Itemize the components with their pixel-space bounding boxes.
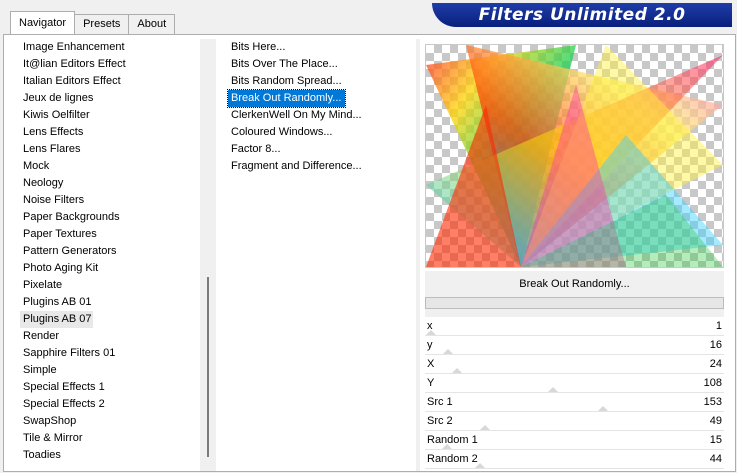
category-item[interactable]: Pixelate [20,277,200,294]
parameter-sliders: x 1 y 16 X 24 Y 108 Src 1 153 Src 2 49 Random 1 15 Ran… [425,317,724,469]
parameter-value: 108 [703,377,722,389]
slider-thumb[interactable] [452,368,462,373]
parameter-name: y [427,339,433,351]
filter-item[interactable]: ClerkenWell On My Mind... [228,107,408,124]
parameter-slider[interactable]: X 24 [425,355,724,374]
preview-image [425,44,724,268]
category-list[interactable]: Image Enhancement It@lian Editors Effect I… [20,39,200,464]
app-title-banner: Filters Unlimited 2.0 [432,3,732,27]
parameter-slider[interactable]: Src 1 153 [425,393,724,412]
slider-thumb[interactable] [443,349,453,354]
slider-thumb[interactable] [426,330,436,335]
parameter-value: 16 [709,339,722,351]
tab-strip: Navigator Presets About [10,11,176,34]
parameter-name: X [427,358,435,370]
parameter-slider[interactable]: Random 2 44 [425,450,724,469]
category-item[interactable]: It@lian Editors Effect [20,56,200,73]
parameter-value: 1 [715,320,722,332]
tab-navigator[interactable]: Navigator [10,11,76,34]
panel-gap [425,309,724,317]
category-item[interactable]: Kiwis Oelfilter [20,107,200,124]
filter-item[interactable]: Factor 8... [228,141,408,158]
category-item[interactable]: Simple [20,362,200,379]
category-item[interactable]: Mock [20,158,200,175]
filter-item[interactable]: Bits Random Spread... [228,73,408,90]
category-scrollbar[interactable] [200,39,216,471]
slider-thumb[interactable] [548,387,558,392]
parameter-slider[interactable]: y 16 [425,336,724,355]
category-item[interactable]: Image Enhancement [20,39,200,56]
parameter-value: 153 [703,396,722,408]
category-item[interactable]: Special Effects 2 [20,396,200,413]
category-item[interactable]: Render [20,328,200,345]
tab-presets[interactable]: Presets [74,14,130,34]
category-item[interactable]: Lens Flares [20,141,200,158]
filter-item[interactable]: Bits Here... [228,39,408,56]
parameter-value: 24 [709,358,722,370]
filter-item[interactable]: Break Out Randomly... [226,89,347,108]
category-item[interactable]: Noise Filters [20,192,200,209]
category-item[interactable]: Toadies [20,447,200,464]
parameter-value: 44 [709,453,722,465]
category-item[interactable]: Jeux de lignes [20,90,200,107]
category-item[interactable]: Sapphire Filters 01 [20,345,200,362]
parameter-value: 49 [709,415,722,427]
category-item[interactable]: Lens Effects [20,124,200,141]
panel-divider [416,39,420,471]
slider-thumb[interactable] [442,444,452,449]
parameter-name: Random 2 [427,453,478,465]
slider-thumb[interactable] [475,463,485,468]
category-item[interactable]: Plugins AB 07 [20,311,93,328]
slider-thumb[interactable] [480,425,490,430]
parameter-slider[interactable]: Y 108 [425,374,724,393]
filter-item[interactable]: Coloured Windows... [228,124,408,141]
parameter-name: Src 1 [427,396,453,408]
scrollbar-thumb[interactable] [207,277,209,457]
category-item[interactable]: Special Effects 1 [20,379,200,396]
parameter-slider[interactable]: Src 2 49 [425,412,724,431]
category-item[interactable]: Paper Backgrounds [20,209,200,226]
tab-about[interactable]: About [128,14,176,34]
category-item[interactable]: Pattern Generators [20,243,200,260]
slider-thumb[interactable] [598,406,608,411]
category-item[interactable]: Tile & Mirror [20,430,200,447]
category-item[interactable]: Italian Editors Effect [20,73,200,90]
category-item[interactable]: Plugins AB 01 [20,294,200,311]
category-item[interactable]: SwapShop [20,413,200,430]
category-item[interactable]: Neology [20,175,200,192]
filter-item[interactable]: Fragment and Difference... [228,158,408,175]
category-item[interactable]: Photo Aging Kit [20,260,200,277]
preview-artwork [426,45,723,267]
category-item[interactable]: Paper Textures [20,226,200,243]
filter-list[interactable]: Bits Here... Bits Over The Place... Bits R… [226,39,408,175]
filter-item[interactable]: Bits Over The Place... [228,56,408,73]
parameter-name: Random 1 [427,434,478,446]
parameter-name: Src 2 [427,415,453,427]
parameter-name: Y [427,377,435,389]
parameter-slider[interactable]: x1 [425,317,724,336]
navigator-panel: Image Enhancement It@lian Editors Effect I… [3,34,736,472]
parameter-slider[interactable]: Random 1 15 [425,431,724,450]
parameter-value: 15 [709,434,722,446]
current-filter-name: Break Out Randomly... [425,271,724,297]
progress-bar [425,297,724,309]
